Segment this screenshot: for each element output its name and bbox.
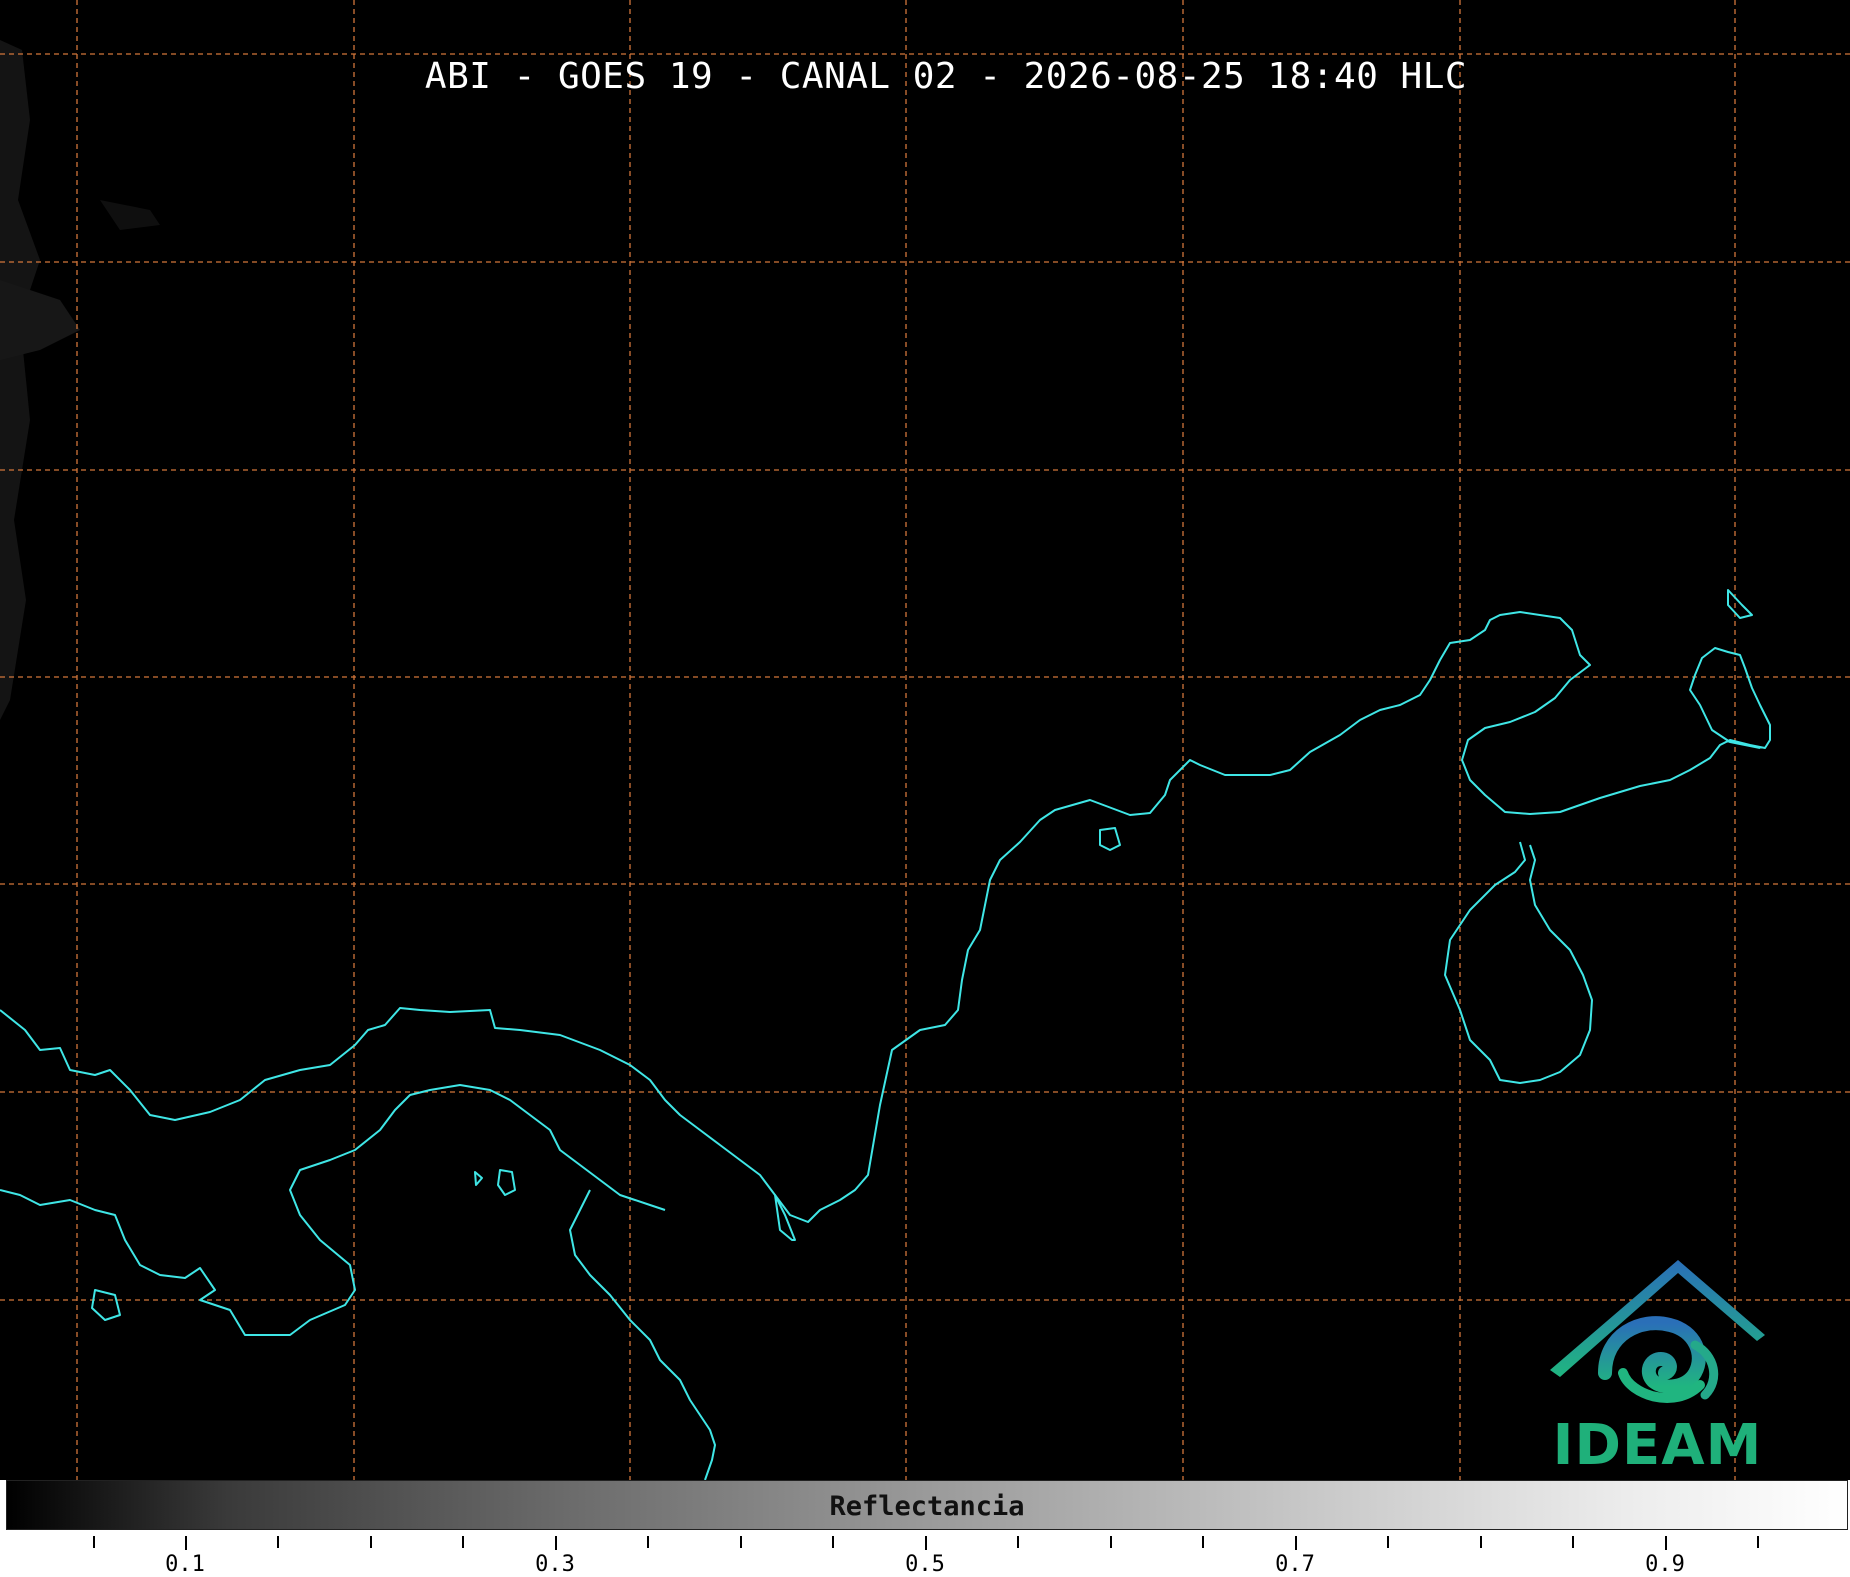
minor-tick xyxy=(370,1536,372,1548)
major-tick xyxy=(555,1536,557,1550)
colorbar-label: Reflectancia xyxy=(829,1491,1025,1522)
colorbar: Reflectancia xyxy=(6,1480,1848,1530)
major-tick xyxy=(185,1536,187,1550)
logo-text: IDEAM xyxy=(1552,1413,1763,1478)
minor-tick xyxy=(740,1536,742,1548)
major-tick xyxy=(1665,1536,1667,1550)
minor-tick xyxy=(647,1536,649,1548)
minor-tick xyxy=(462,1536,464,1548)
minor-tick xyxy=(832,1536,834,1548)
minor-tick xyxy=(1387,1536,1389,1548)
minor-tick xyxy=(277,1536,279,1548)
tick-label: 0.3 xyxy=(535,1552,575,1577)
minor-tick xyxy=(1757,1536,1759,1548)
tick-label: 0.7 xyxy=(1275,1552,1315,1577)
tick-label: 0.5 xyxy=(905,1552,945,1577)
map-title: ABI - GOES 19 - CANAL 02 - 2026-08-25 18… xyxy=(424,56,1468,97)
ideam-logo-icon xyxy=(1550,1260,1765,1403)
minor-tick xyxy=(93,1536,95,1548)
ideam-logo: IDEAM xyxy=(1545,1255,1770,1478)
tick-label: 0.9 xyxy=(1645,1552,1685,1577)
tick-label: 0.1 xyxy=(165,1552,205,1577)
major-tick xyxy=(1295,1536,1297,1550)
colorbar-axis: 0.1 0.3 0.5 0.7 0.9 xyxy=(0,1530,1850,1577)
minor-tick xyxy=(1110,1536,1112,1548)
minor-tick xyxy=(1202,1536,1204,1548)
major-tick xyxy=(925,1536,927,1550)
minor-tick xyxy=(1572,1536,1574,1548)
minor-tick xyxy=(1480,1536,1482,1548)
minor-tick xyxy=(1017,1536,1019,1548)
